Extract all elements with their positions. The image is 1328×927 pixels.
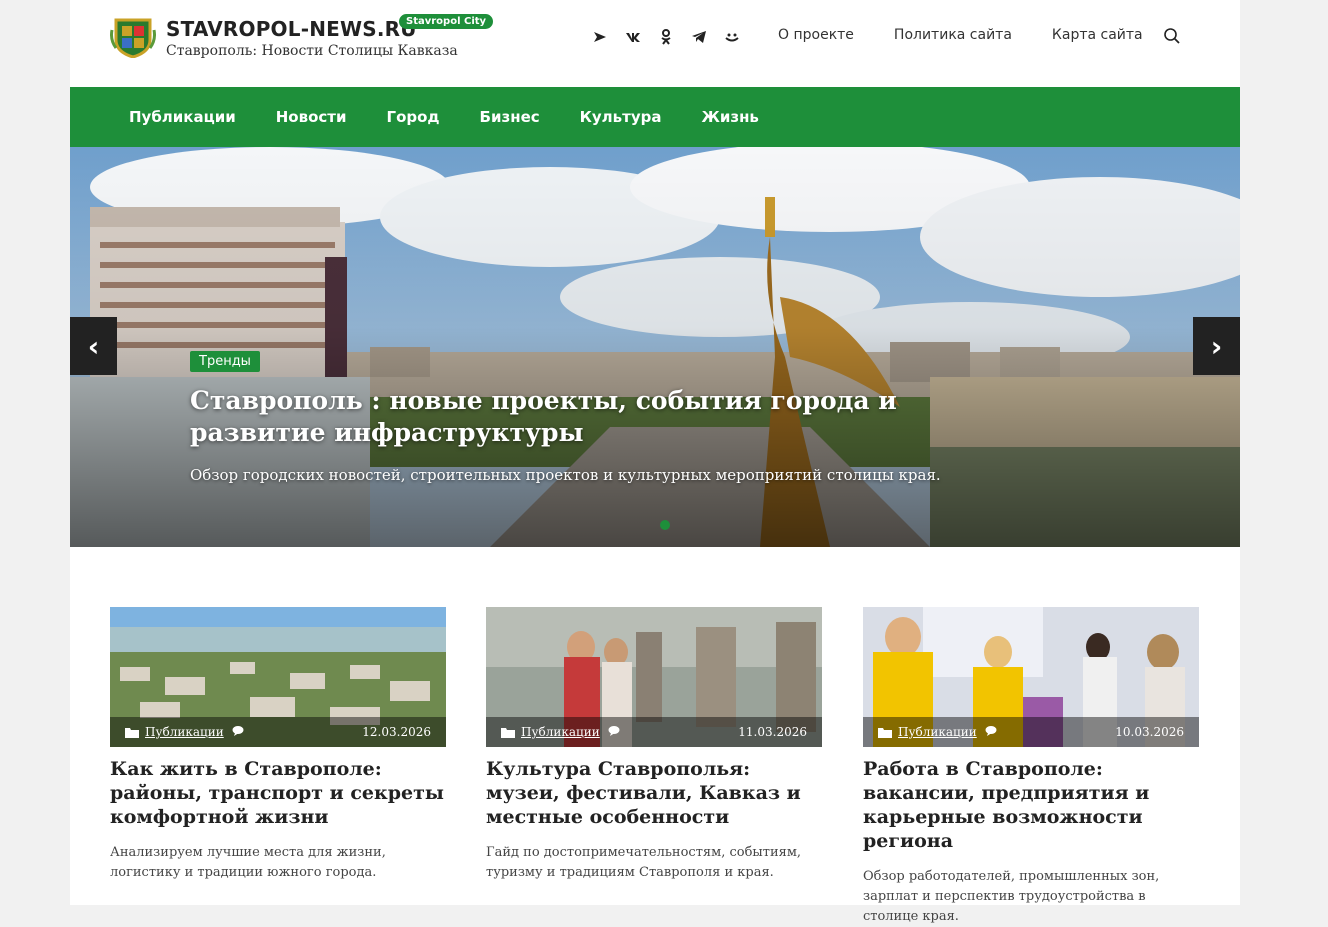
city-badge: Stavropol City	[399, 14, 494, 29]
search-icon[interactable]	[1163, 27, 1183, 47]
article-image[interactable]: Публикации 11.03.2026	[486, 607, 822, 747]
hero-slider[interactable]: ‹ › Тренды Ставрополь : новые проекты, с…	[70, 147, 1240, 547]
site-tagline: Ставрополь: Новости Столицы Кавказа	[166, 43, 458, 59]
comments-icon[interactable]	[985, 725, 999, 740]
nav-item-news[interactable]: Новости	[276, 108, 347, 126]
hero-title[interactable]: Ставрополь : новые проекты, события горо…	[190, 385, 1030, 449]
article-image[interactable]: Публикации 10.03.2026	[863, 607, 1199, 747]
article-card[interactable]: Публикации 10.03.2026 Работа в Ставропол…	[863, 607, 1199, 927]
link-sitemap[interactable]: Карта сайта	[1052, 27, 1143, 43]
folder-icon	[501, 727, 515, 738]
card-date: 12.03.2026	[362, 725, 431, 739]
card-excerpt: Анализируем лучшие места для жизни, логи…	[110, 845, 386, 880]
card-category[interactable]: Публикации	[145, 725, 224, 739]
coat-of-arms-logo[interactable]	[110, 16, 156, 59]
nav-item-culture[interactable]: Культура	[580, 108, 662, 126]
comments-icon[interactable]	[608, 725, 622, 740]
article-card[interactable]: Публикации 12.03.2026 Как жить в Ставроп…	[110, 607, 446, 883]
article-image[interactable]: Публикации 12.03.2026	[110, 607, 446, 747]
link-policy[interactable]: Политика сайта	[894, 27, 1012, 43]
card-category-link[interactable]: Публикации	[125, 725, 224, 739]
card-category[interactable]: Публикации	[521, 725, 600, 739]
card-title[interactable]: Культура Ставрополья: музеи, фестивали, …	[486, 757, 822, 829]
card-title[interactable]: Работа в Ставрополе: вакансии, предприят…	[863, 757, 1199, 853]
zen-icon[interactable]	[590, 27, 609, 46]
folder-icon	[878, 727, 892, 738]
slider-dot[interactable]	[660, 520, 670, 530]
hero-category-tag[interactable]: Тренды	[190, 351, 260, 372]
card-title[interactable]: Как жить в Ставрополе: районы, транспорт…	[110, 757, 446, 829]
folder-icon	[125, 727, 139, 738]
hero-image	[70, 147, 1240, 547]
link-about[interactable]: О проекте	[778, 27, 854, 43]
page: STAVROPOL-NEWS.RU Stavropol City Ставроп…	[70, 0, 1240, 924]
telegram-icon[interactable]	[689, 27, 708, 46]
card-date: 11.03.2026	[738, 725, 807, 739]
ok-icon[interactable]	[656, 27, 675, 46]
site-header: STAVROPOL-NEWS.RU Stavropol City Ставроп…	[70, 0, 1240, 87]
main-nav: Публикации Новости Город Бизнес Культура…	[70, 87, 1240, 147]
card-category[interactable]: Публикации	[898, 725, 977, 739]
nav-item-business[interactable]: Бизнес	[480, 108, 540, 126]
article-card[interactable]: Публикации 11.03.2026 Культура Ставропол…	[486, 607, 822, 883]
site-name[interactable]: STAVROPOL-NEWS.RU	[166, 17, 417, 41]
top-links: О проекте Политика сайта Карта сайта	[778, 27, 1143, 43]
comments-icon[interactable]	[232, 725, 246, 740]
nav-item-publications[interactable]: Публикации	[129, 108, 236, 126]
slider-next-button[interactable]: ›	[1193, 317, 1240, 375]
card-excerpt: Обзор работодателей, промышленных зон, з…	[863, 869, 1160, 924]
vk-icon[interactable]	[623, 27, 642, 46]
social-links	[590, 27, 741, 46]
card-category-link[interactable]: Публикации	[878, 725, 977, 739]
hero-description: Обзор городских новостей, строительных п…	[190, 466, 941, 484]
nav-item-life[interactable]: Жизнь	[701, 108, 758, 126]
nav-item-city[interactable]: Город	[387, 108, 440, 126]
card-excerpt: Гайд по достопримечательностям, событиям…	[486, 845, 802, 880]
max-icon[interactable]	[722, 27, 741, 46]
card-category-link[interactable]: Публикации	[501, 725, 600, 739]
card-date: 10.03.2026	[1115, 725, 1184, 739]
slider-prev-button[interactable]: ‹	[70, 317, 117, 375]
